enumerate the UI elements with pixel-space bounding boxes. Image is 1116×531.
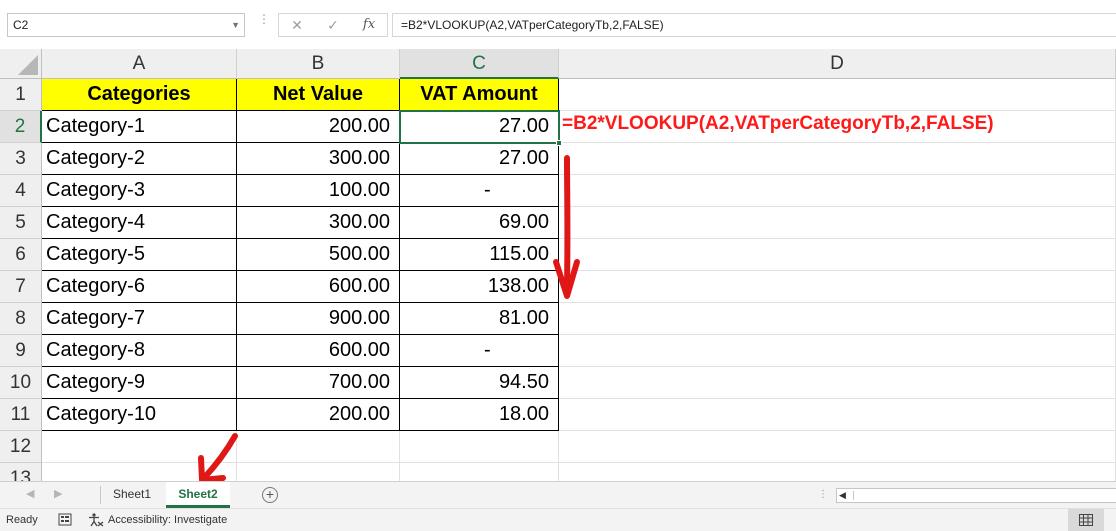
cell-category[interactable]: Category-3 [42,175,237,207]
cell-net-value[interactable]: 100.00 [237,175,400,207]
cell-empty[interactable] [559,367,1116,399]
cell-empty[interactable] [559,335,1116,367]
cell-net-value[interactable]: 300.00 [237,143,400,175]
cell-category[interactable]: Category-2 [42,143,237,175]
cell-net-value[interactable]: 900.00 [237,303,400,335]
row-header-5[interactable]: 5 [0,207,42,239]
row-header-4[interactable]: 4 [0,175,42,207]
horizontal-scroll-thumb[interactable] [853,491,1116,500]
cell-vat-amount[interactable]: 18.00 [400,399,559,431]
cell-category[interactable]: Category-4 [42,207,237,239]
column-header-d[interactable]: D [559,49,1116,79]
header-cell-a[interactable]: Categories [42,79,237,111]
row-header-6[interactable]: 6 [0,239,42,271]
tab-scroll-left-icon[interactable]: ◀ [26,487,34,500]
cancel-icon[interactable]: ✕ [285,14,309,36]
cell-empty[interactable] [559,239,1116,271]
tab-divider [100,486,101,504]
row-header-12[interactable]: 12 [0,431,42,463]
cell-category[interactable]: Category-8 [42,335,237,367]
column-header-b[interactable]: B [237,49,400,79]
cell-empty[interactable] [559,303,1116,335]
cell-net-value[interactable]: 500.00 [237,239,400,271]
select-all-triangle-icon [18,55,38,75]
row-header-2[interactable]: 2 [0,111,42,143]
cell-d1[interactable] [559,79,1116,111]
cell-vat-amount[interactable]: 81.00 [400,303,559,335]
status-bar: Ready Accessibility: Investigate [0,508,1116,531]
cell-net-value[interactable]: 700.00 [237,367,400,399]
header-cell-b[interactable]: Net Value [237,79,400,111]
cell-category[interactable]: Category-7 [42,303,237,335]
enter-icon[interactable]: ✓ [321,14,345,36]
name-box[interactable]: C2 ▼ [7,13,245,37]
fill-handle[interactable] [556,140,562,146]
status-ready: Ready [6,514,38,526]
cell-empty[interactable] [559,431,1116,463]
grid-view-icon [1079,514,1093,526]
formula-bar-grip-icon[interactable]: ⋮ [258,13,270,32]
hscroll-grip-icon[interactable]: ⋮ [818,489,828,500]
cell-vat-amount[interactable]: - [400,335,559,367]
column-header-c[interactable]: C [400,49,559,79]
header-cell-c[interactable]: VAT Amount [400,79,559,111]
name-box-value: C2 [13,18,29,32]
excel-window: C2 ▼ ⋮ ✕ ✓ fx =B2*VLOOKUP(A2,VATperCateg… [0,0,1116,531]
cell-category[interactable]: Category-6 [42,271,237,303]
formula-bar: C2 ▼ ⋮ ✕ ✓ fx =B2*VLOOKUP(A2,VATperCateg… [0,0,1116,50]
cell-vat-amount[interactable]: - [400,175,559,207]
add-sheet-button[interactable]: + [262,487,278,503]
down-arrow-annotation-icon [553,155,580,299]
select-all-button[interactable] [0,49,42,79]
horizontal-scrollbar[interactable]: ◀ [836,488,1116,503]
sheet-tab-arrow-annotation-icon [198,433,238,483]
chevron-down-icon[interactable]: ▼ [231,14,240,36]
formula-buttons: ✕ ✓ fx [278,13,388,37]
cell-vat-amount[interactable]: 94.50 [400,367,559,399]
cell-empty[interactable] [400,431,559,463]
cell-category[interactable]: Category-1 [42,111,237,143]
cell-net-value[interactable]: 300.00 [237,207,400,239]
sheet-tabs-bar: ◀ ▶ Sheet1 Sheet2 + ⋮ ◀ [0,481,1116,508]
row-header-9[interactable]: 9 [0,335,42,367]
formula-annotation: =B2*VLOOKUP(A2,VATperCategoryTb,2,FALSE) [562,113,994,134]
tab-sheet2[interactable]: Sheet2 [166,482,230,508]
cell-empty[interactable] [559,271,1116,303]
row-header-10[interactable]: 10 [0,367,42,399]
cell-empty[interactable] [237,431,400,463]
accessibility-status[interactable]: Accessibility: Investigate [108,514,227,526]
cell-empty[interactable] [559,399,1116,431]
normal-view-button[interactable] [1068,509,1104,531]
accessibility-icon[interactable] [88,513,104,527]
row-header-3[interactable]: 3 [0,143,42,175]
cell-category[interactable]: Category-5 [42,239,237,271]
cell-empty[interactable] [559,175,1116,207]
tab-sheet1[interactable]: Sheet1 [103,482,161,508]
column-header-a[interactable]: A [42,49,237,79]
cell-net-value[interactable]: 200.00 [237,111,400,143]
formula-input[interactable]: =B2*VLOOKUP(A2,VATperCategoryTb,2,FALSE) [392,13,1116,37]
tab-scroll-right-icon[interactable]: ▶ [54,487,62,500]
insert-function-icon[interactable]: fx [357,14,381,36]
cell-category[interactable]: Category-9 [42,367,237,399]
scroll-left-icon[interactable]: ◀ [839,489,846,502]
row-header-7[interactable]: 7 [0,271,42,303]
cell-vat-amount[interactable]: 27.00 [400,143,559,175]
cell-vat-amount[interactable]: 69.00 [400,207,559,239]
row-header-11[interactable]: 11 [0,399,42,431]
macro-recording-icon[interactable] [58,513,72,526]
cell-vat-amount[interactable]: 27.00 [400,111,559,143]
cell-net-value[interactable]: 600.00 [237,335,400,367]
cell-vat-amount[interactable]: 115.00 [400,239,559,271]
cell-vat-amount[interactable]: 138.00 [400,271,559,303]
cell-empty[interactable] [559,207,1116,239]
cell-category[interactable]: Category-10 [42,399,237,431]
row-header-1[interactable]: 1 [0,79,42,111]
cell-net-value[interactable]: 200.00 [237,399,400,431]
row-header-8[interactable]: 8 [0,303,42,335]
cell-net-value[interactable]: 600.00 [237,271,400,303]
cell-empty[interactable] [559,143,1116,175]
